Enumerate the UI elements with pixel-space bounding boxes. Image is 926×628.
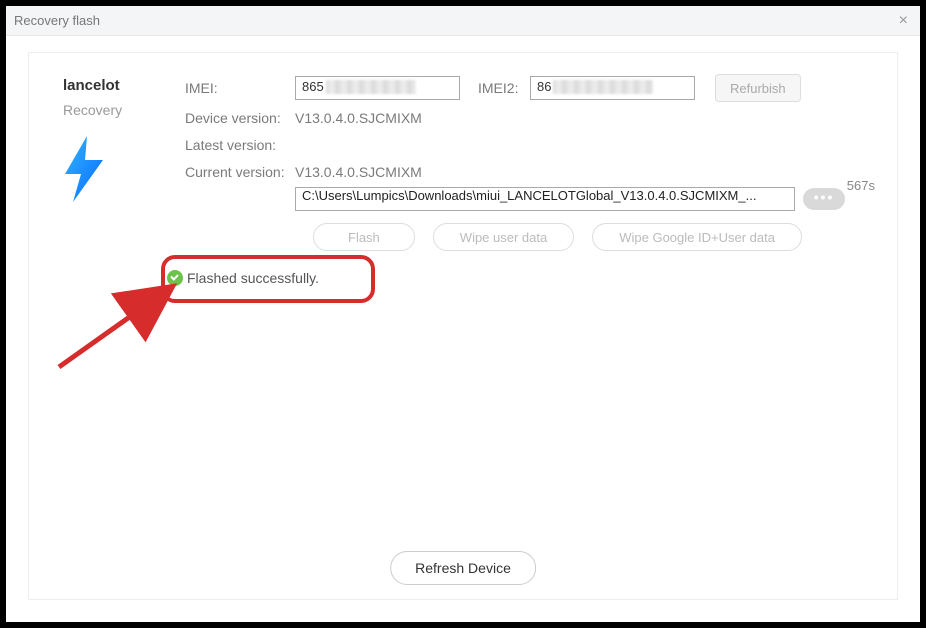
imei-input[interactable]: 865 <box>295 76 460 100</box>
elapsed-timer: 567s <box>847 178 875 193</box>
browse-button[interactable]: ••• <box>803 188 845 210</box>
device-mode: Recovery <box>63 102 163 118</box>
device-column: lancelot Recovery <box>63 77 163 207</box>
imei2-label: IMEI2: <box>478 80 530 96</box>
success-check-icon <box>167 270 183 286</box>
device-version-label: Device version: <box>185 110 295 126</box>
content-panel: lancelot Recovery IMEI: 865 IMEI2: <box>28 52 898 600</box>
path-row: C:\Users\Lumpics\Downloads\miui_LANCELOT… <box>185 187 877 211</box>
latest-version-label: Latest version: <box>185 137 295 153</box>
window-frame: Recovery flash × lancelot Recovery IMEI: <box>6 6 920 622</box>
device-version-row: Device version: V13.0.4.0.SJCMIXM <box>185 106 877 129</box>
device-name: lancelot <box>63 77 163 94</box>
refurbish-button[interactable]: Refurbish <box>715 74 801 102</box>
wipe-user-data-button[interactable]: Wipe user data <box>433 223 574 251</box>
wipe-google-id-button[interactable]: Wipe Google ID+User data <box>592 223 802 251</box>
redacted-block <box>553 80 653 94</box>
current-version-value: V13.0.4.0.SJCMIXM <box>295 164 422 180</box>
imei2-input[interactable]: 86 <box>530 76 695 100</box>
lightning-icon <box>59 134 109 204</box>
flash-button[interactable]: Flash <box>313 223 415 251</box>
status-message: Flashed successfully. <box>187 270 319 286</box>
status-line: Flashed successfully. <box>167 270 319 286</box>
imei-label: IMEI: <box>185 80 295 96</box>
titlebar: Recovery flash × <box>6 6 920 36</box>
device-version-value: V13.0.4.0.SJCMIXM <box>295 110 422 126</box>
annotation-arrow <box>51 277 191 377</box>
current-version-row: Current version: V13.0.4.0.SJCMIXM <box>185 160 877 183</box>
status-area: Flashed successfully. <box>167 270 319 286</box>
imei-row: IMEI: 865 IMEI2: 86 Refurbish <box>185 74 877 102</box>
current-version-label: Current version: <box>185 164 295 180</box>
info-grid: IMEI: 865 IMEI2: 86 Refurbish Device ver… <box>185 74 877 251</box>
rom-path-input[interactable]: C:\Users\Lumpics\Downloads\miui_LANCELOT… <box>295 187 795 211</box>
latest-version-row: Latest version: <box>185 133 877 156</box>
close-icon[interactable]: × <box>895 12 912 30</box>
refresh-device-button[interactable]: Refresh Device <box>390 551 536 585</box>
redacted-block <box>326 80 416 94</box>
imei2-value-prefix: 86 <box>537 77 551 97</box>
window-title: Recovery flash <box>14 13 100 28</box>
action-buttons: Flash Wipe user data Wipe Google ID+User… <box>185 223 877 251</box>
imei-value-prefix: 865 <box>302 77 324 97</box>
